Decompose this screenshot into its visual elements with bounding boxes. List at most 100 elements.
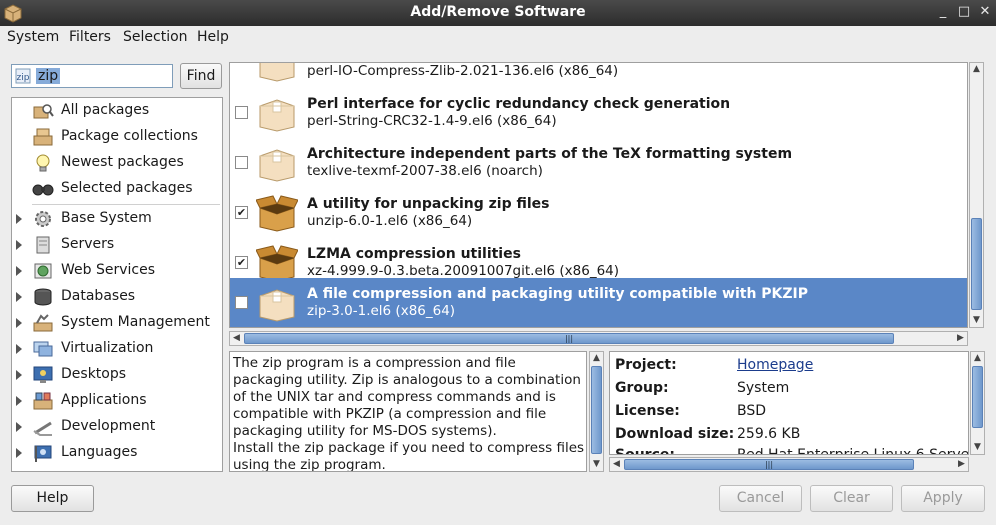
package-name: Architecture independent parts of the Te… [307,146,793,162]
install-checkbox[interactable] [235,106,248,119]
package-row[interactable]: Architecture independent parts of the Te… [230,138,967,188]
package-available-icon [259,99,295,132]
scroll-down-icon[interactable]: ▼ [590,458,603,471]
detail-key: Group: [615,380,669,396]
detail-key: Download size: [615,426,735,442]
group-web-services[interactable]: Web Services [12,258,222,284]
scroll-right-icon[interactable]: ▶ [954,332,967,345]
group-development[interactable]: Development [12,414,222,440]
find-button[interactable]: Find [180,63,222,89]
package-list-vscrollbar[interactable]: ▲ ▼ [969,62,984,328]
package-row[interactable]: Perl interface for cyclic redundancy che… [230,88,967,138]
group-selected-packages[interactable]: Selected packages [12,176,222,202]
cancel-button[interactable]: Cancel [719,485,802,512]
search-field-icon: zip [15,68,31,84]
expander-icon[interactable] [16,422,22,432]
details-vscrollbar[interactable]: ▲ ▼ [970,351,985,455]
package-row[interactable]: perl-IO-Compress-Zlib-2.021-136.el6 (x86… [230,63,967,88]
expander-icon[interactable] [16,214,22,224]
package-collections-icon [33,128,53,146]
group-label: Web Services [61,262,156,278]
search-input[interactable]: zip zip [11,64,173,88]
group-label: Selected packages [61,180,193,196]
scroll-thumb[interactable] [971,218,982,310]
package-row-selected[interactable]: A file compression and packaging utility… [230,278,967,327]
group-label: Base System [61,210,152,226]
scroll-up-icon[interactable]: ▲ [971,352,984,365]
package-version: xz-4.999.9-0.3.beta.20091007git.el6 (x86… [307,263,620,279]
detail-key: Source: [615,447,675,455]
scroll-left-icon[interactable]: ◀ [230,332,243,345]
group-applications[interactable]: Applications [12,388,222,414]
maximize-button[interactable]: □ [955,3,973,21]
group-all-packages[interactable]: All packages [12,98,222,124]
group-servers[interactable]: Servers [12,232,222,258]
description-paragraph: Install the zip package if you need to c… [233,440,585,472]
expander-icon[interactable] [16,344,22,354]
expander-icon[interactable] [16,396,22,406]
scroll-up-icon[interactable]: ▲ [590,352,603,365]
description-vscrollbar[interactable]: ▲ ▼ [589,351,604,472]
details-hscrollbar[interactable]: ◀ ||| ▶ [609,457,969,472]
group-virtualization[interactable]: Virtualization [12,336,222,362]
desktops-icon [33,366,53,383]
expander-icon[interactable] [16,318,22,328]
group-label: Package collections [61,128,198,144]
group-package-collections[interactable]: Package collections [12,124,222,150]
group-label: Languages [61,444,138,460]
scroll-down-icon[interactable]: ▼ [970,314,983,327]
package-row[interactable]: ✔ A utility for unpacking zip files unzi… [230,188,967,238]
development-icon [33,421,52,436]
expander-icon[interactable] [16,448,22,458]
install-checkbox[interactable]: ✔ [235,256,248,269]
servers-icon [36,236,50,254]
clear-button[interactable]: Clear [810,485,893,512]
scroll-left-icon[interactable]: ◀ [610,458,623,471]
scroll-right-icon[interactable]: ▶ [955,458,968,471]
package-list-hscrollbar[interactable]: ◀ ||| ▶ [229,331,968,346]
detail-value: 259.6 KB [737,426,801,442]
close-button[interactable]: ✕ [976,3,994,21]
scroll-down-icon[interactable]: ▼ [971,441,984,454]
package-name: Perl interface for cyclic redundancy che… [307,96,731,112]
scroll-thumb[interactable]: ||| [624,459,914,470]
scroll-thumb[interactable] [591,366,602,454]
group-system-management[interactable]: System Management [12,310,222,336]
group-label: Development [61,418,156,434]
expander-icon[interactable] [16,370,22,380]
detail-value: BSD [737,403,767,419]
group-base-system[interactable]: Base System [12,206,222,232]
install-checkbox[interactable]: ✔ [235,206,248,219]
package-installed-icon [256,195,298,232]
scroll-thumb[interactable] [972,366,983,428]
expander-icon[interactable] [16,240,22,250]
group-languages[interactable]: Languages [12,440,222,466]
group-label: Newest packages [61,154,184,170]
all-packages-icon [33,104,54,119]
group-label: Desktops [61,366,127,382]
help-button[interactable]: Help [11,485,94,512]
minimize-button[interactable]: _ [934,3,952,21]
homepage-link[interactable]: Homepage [737,357,813,373]
menu-filters[interactable]: Filters [69,29,111,45]
scroll-thumb[interactable]: ||| [244,333,894,344]
languages-icon [34,445,52,462]
expander-icon[interactable] [16,292,22,302]
group-newest-packages[interactable]: Newest packages [12,150,222,176]
package-details: Project: Homepage Group: System License:… [609,351,969,455]
menu-help[interactable]: Help [197,29,229,45]
install-checkbox[interactable] [235,296,248,309]
group-databases[interactable]: Databases [12,284,222,310]
group-desktops[interactable]: Desktops [12,362,222,388]
expander-icon[interactable] [16,266,22,276]
menu-selection[interactable]: Selection [123,29,188,45]
package-name: A file compression and packaging utility… [307,286,809,302]
scroll-up-icon[interactable]: ▲ [970,63,983,76]
group-label: Databases [61,288,136,304]
detail-key: Project: [615,357,677,373]
package-version: unzip-6.0-1.el6 (x86_64) [307,213,473,229]
apply-button[interactable]: Apply [901,485,985,512]
menu-system[interactable]: System [7,29,59,45]
install-checkbox[interactable] [235,156,248,169]
package-version: perl-String-CRC32-1.4-9.el6 (x86_64) [307,113,557,129]
